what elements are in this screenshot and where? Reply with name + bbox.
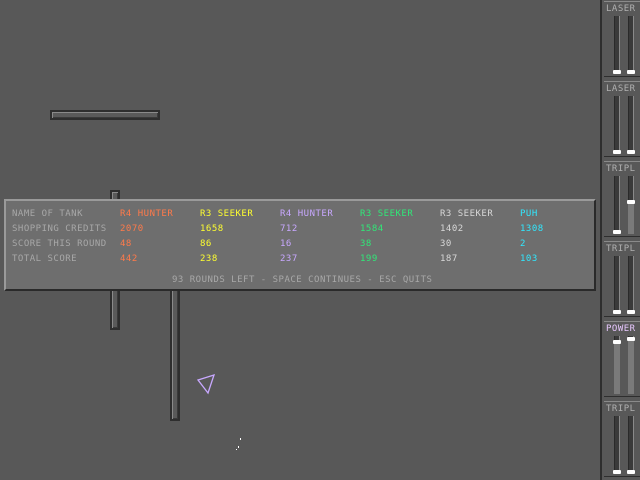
player-2-total: 238 bbox=[200, 254, 218, 264]
weapon-sidebar: LASER LASER TRIPL TRIPL POWER TRIPL bbox=[600, 0, 640, 480]
wall-horizontal bbox=[50, 110, 160, 120]
weapon-level-slider[interactable] bbox=[613, 256, 621, 314]
weapon-level-slider[interactable] bbox=[627, 336, 635, 394]
footer-instructions: 93 ROUNDS LEFT - SPACE CONTINUES - ESC Q… bbox=[172, 275, 433, 285]
slider-knob[interactable] bbox=[627, 150, 635, 154]
slider-knob[interactable] bbox=[613, 310, 621, 314]
weapon-level-slider[interactable] bbox=[627, 176, 635, 234]
slider-knob[interactable] bbox=[613, 230, 621, 234]
weapon-level-slider[interactable] bbox=[613, 16, 621, 74]
player-3-credits: 712 bbox=[280, 224, 298, 234]
weapon-label: TRIPL bbox=[606, 404, 636, 414]
row-label-round: SCORE THIS ROUND bbox=[12, 239, 107, 249]
weapon-level-slider[interactable] bbox=[627, 416, 635, 474]
weapon-label: TRIPL bbox=[606, 164, 636, 174]
weapon-label: POWER bbox=[606, 324, 636, 334]
weapon-label: LASER bbox=[606, 84, 636, 94]
player-4-credits: 1584 bbox=[360, 224, 384, 234]
game-arena: NAME OF TANK SHOPPING CREDITS SCORE THIS… bbox=[0, 0, 600, 480]
weapon-level-slider[interactable] bbox=[627, 256, 635, 314]
slider-knob[interactable] bbox=[627, 310, 635, 314]
weapon-panel-2[interactable]: LASER bbox=[604, 81, 640, 157]
slider-fill bbox=[628, 339, 634, 394]
player-6-round: 2 bbox=[520, 239, 526, 249]
row-label-credits: SHOPPING CREDITS bbox=[12, 224, 107, 234]
weapon-level-slider[interactable] bbox=[613, 96, 621, 154]
player-3-name: R4 HUNTER bbox=[280, 209, 334, 219]
projectile-icon bbox=[236, 438, 241, 450]
player-6-total: 103 bbox=[520, 254, 538, 264]
player-1-name: R4 HUNTER bbox=[120, 209, 174, 219]
slider-knob[interactable] bbox=[613, 470, 621, 474]
scoreboard-panel: NAME OF TANK SHOPPING CREDITS SCORE THIS… bbox=[4, 199, 596, 291]
row-label-name: NAME OF TANK bbox=[12, 209, 84, 219]
row-label-total: TOTAL SCORE bbox=[12, 254, 78, 264]
player-6-name: PUH bbox=[520, 209, 538, 219]
weapon-level-slider[interactable] bbox=[613, 416, 621, 474]
player-5-name: R3 SEEKER bbox=[440, 209, 494, 219]
weapon-level-slider[interactable] bbox=[627, 96, 635, 154]
weapon-panel-1[interactable]: LASER bbox=[604, 1, 640, 77]
player-5-credits: 1402 bbox=[440, 224, 464, 234]
slider-knob[interactable] bbox=[613, 150, 621, 154]
player-3-round: 16 bbox=[280, 239, 292, 249]
slider-fill bbox=[628, 202, 634, 234]
weapon-panel-4[interactable]: TRIPL bbox=[604, 241, 640, 317]
player-3-total: 237 bbox=[280, 254, 298, 264]
triangle-outline-icon bbox=[196, 374, 216, 395]
slider-knob[interactable] bbox=[613, 70, 621, 74]
player-2-name: R3 SEEKER bbox=[200, 209, 254, 219]
slider-knob[interactable] bbox=[627, 470, 635, 474]
slider-knob[interactable] bbox=[613, 340, 621, 344]
weapon-level-slider[interactable] bbox=[627, 16, 635, 74]
weapon-level-slider[interactable] bbox=[613, 176, 621, 234]
weapon-panel-3[interactable]: TRIPL bbox=[604, 161, 640, 237]
slider-knob[interactable] bbox=[627, 200, 635, 204]
weapon-panel-6[interactable]: TRIPL bbox=[604, 401, 640, 477]
player-6-credits: 1308 bbox=[520, 224, 544, 234]
slider-knob[interactable] bbox=[627, 337, 635, 341]
player-5-round: 30 bbox=[440, 239, 452, 249]
player-4-total: 199 bbox=[360, 254, 378, 264]
player-5-total: 187 bbox=[440, 254, 458, 264]
slider-fill bbox=[614, 342, 620, 394]
weapon-label: LASER bbox=[606, 4, 636, 14]
player-1-total: 442 bbox=[120, 254, 138, 264]
player-2-credits: 1658 bbox=[200, 224, 224, 234]
player-4-round: 38 bbox=[360, 239, 372, 249]
weapon-label: TRIPL bbox=[606, 244, 636, 254]
wall-vertical-right bbox=[170, 285, 180, 421]
slider-knob[interactable] bbox=[627, 70, 635, 74]
weapon-panel-5[interactable]: POWER bbox=[604, 321, 640, 397]
weapon-level-slider[interactable] bbox=[613, 336, 621, 394]
player-1-credits: 2070 bbox=[120, 224, 144, 234]
player-4-name: R3 SEEKER bbox=[360, 209, 414, 219]
player-2-round: 86 bbox=[200, 239, 212, 249]
player-1-round: 48 bbox=[120, 239, 132, 249]
